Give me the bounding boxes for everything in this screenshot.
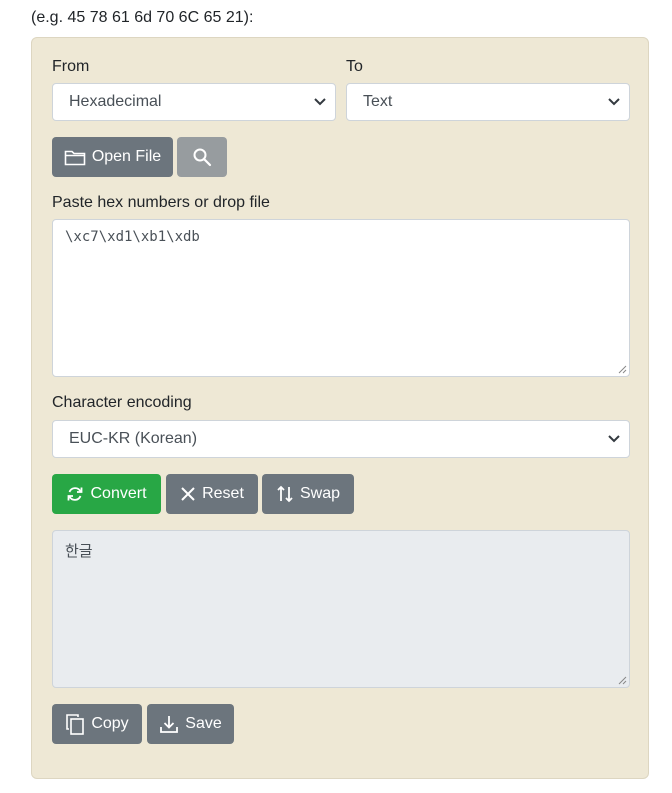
output-textarea[interactable]: 한글 (52, 530, 630, 688)
search-icon (193, 148, 212, 167)
copy-icon (66, 714, 85, 735)
chevron-down-icon (608, 435, 620, 443)
save-button[interactable]: Save (147, 704, 234, 744)
reset-label: Reset (202, 485, 244, 502)
search-button[interactable] (177, 137, 227, 177)
hex-input[interactable]: \xc7\xd1\xb1\xdb (52, 219, 630, 377)
refresh-icon (68, 487, 83, 501)
encoding-label: Character encoding (52, 394, 192, 411)
swap-button[interactable]: Swap (262, 474, 354, 514)
encoding-select-value: EUC-KR (Korean) (69, 430, 198, 447)
from-label: From (52, 58, 90, 75)
save-label: Save (185, 715, 222, 732)
chevron-down-icon (314, 98, 326, 106)
convert-label: Convert (90, 485, 147, 502)
to-select-value: Text (363, 93, 393, 110)
close-icon (181, 487, 195, 501)
chevron-down-icon (608, 98, 620, 106)
swap-icon (277, 485, 293, 503)
copy-button[interactable]: Copy (52, 704, 142, 744)
from-select-value: Hexadecimal (69, 93, 162, 110)
input-label: Paste hex numbers or drop file (52, 194, 270, 211)
encoding-select[interactable]: EUC-KR (Korean) (52, 420, 630, 458)
converter-panel: From Hexadecimal To Text Open File Paste… (31, 37, 649, 779)
hex-input-value: \xc7\xd1\xb1\xdb (65, 229, 200, 245)
open-file-button[interactable]: Open File (52, 137, 173, 177)
folder-icon (64, 150, 86, 166)
from-select[interactable]: Hexadecimal (52, 83, 336, 121)
download-icon (160, 716, 179, 733)
resize-handle[interactable] (618, 676, 627, 685)
swap-label: Swap (299, 485, 341, 502)
copy-label: Copy (91, 715, 129, 732)
resize-handle[interactable] (618, 365, 627, 374)
convert-button[interactable]: Convert (52, 474, 161, 514)
to-select[interactable]: Text (346, 83, 630, 121)
reset-button[interactable]: Reset (166, 474, 258, 514)
output-value: 한글 (65, 542, 93, 560)
example-hint: (e.g. 45 78 61 6d 70 6C 65 21): (31, 9, 254, 26)
open-file-label: Open File (91, 148, 162, 165)
to-label: To (346, 58, 363, 75)
